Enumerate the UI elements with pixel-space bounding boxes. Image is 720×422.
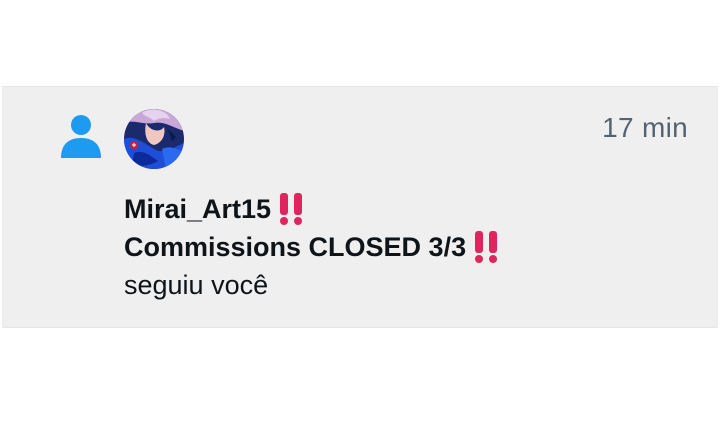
timestamp: 17 min xyxy=(602,112,688,143)
person-icon xyxy=(61,115,101,158)
double-exclamation-icon xyxy=(280,193,303,225)
action-line: seguiu você xyxy=(124,266,684,304)
double-exclamation-icon xyxy=(475,231,498,263)
action-text: seguiu você xyxy=(124,269,269,300)
user-display-name[interactable]: Mirai_Art15 xyxy=(124,194,271,225)
avatar-artwork xyxy=(124,109,184,169)
user-bio-text: Commissions CLOSED 3/3 xyxy=(124,231,467,262)
user-avatar[interactable] xyxy=(124,109,184,169)
notification-text: Mirai_Art15 Commissions CLOSED 3/3 segui… xyxy=(124,190,684,304)
bio-line: Commissions CLOSED 3/3 xyxy=(124,228,684,266)
follow-notification[interactable]: 17 min Mirai_Art15 Commissions CLOSED 3/… xyxy=(2,86,718,328)
display-name-line: Mirai_Art15 xyxy=(124,190,684,228)
